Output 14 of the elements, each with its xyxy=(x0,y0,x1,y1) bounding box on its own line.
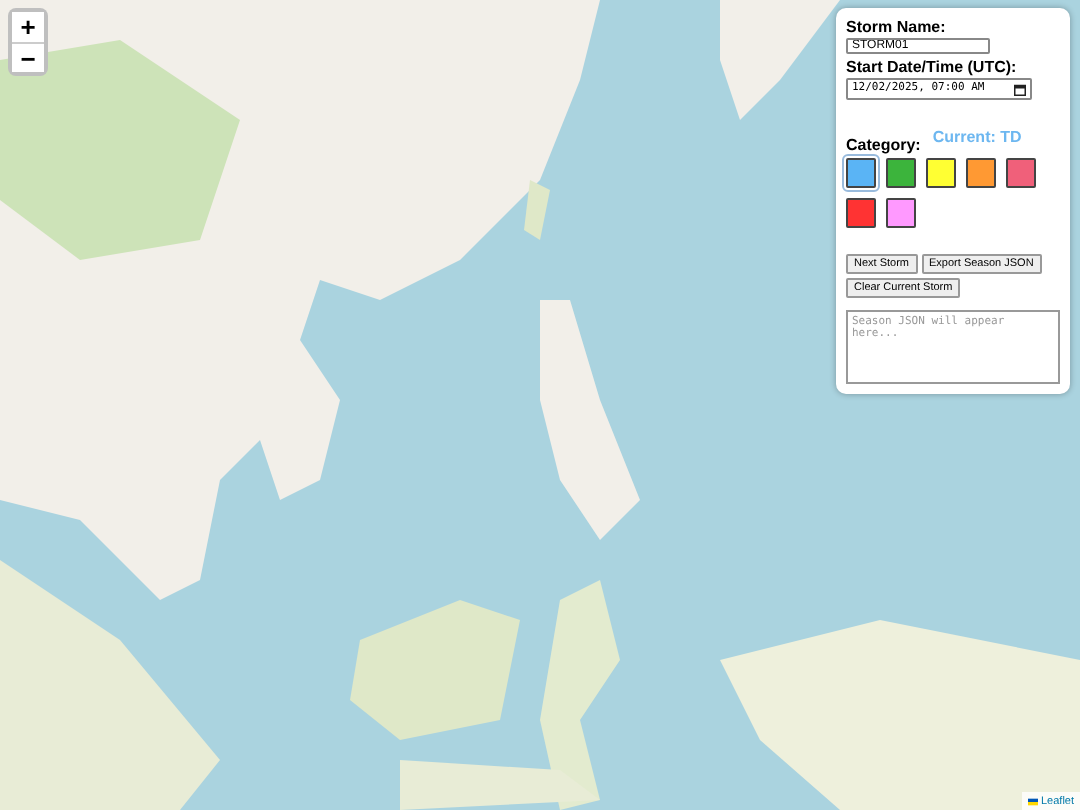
category-swatch[interactable] xyxy=(926,158,956,189)
category-label: Category: xyxy=(846,136,921,155)
category-swatch[interactable] xyxy=(886,158,916,189)
storm-name-label: Storm Name: xyxy=(846,18,948,36)
flag-icon xyxy=(1028,797,1039,805)
zoom-out-button[interactable]: − xyxy=(12,42,44,72)
category-swatch[interactable] xyxy=(966,158,996,189)
start-date-label: Start Date/Time (UTC): xyxy=(846,58,1019,77)
category-swatch[interactable] xyxy=(886,198,916,229)
current-category: Current: TD xyxy=(932,128,1022,147)
category-swatch[interactable] xyxy=(846,198,876,229)
category-swatch[interactable] xyxy=(1006,158,1036,189)
calendar-icon[interactable] xyxy=(1014,83,1026,96)
category-swatch[interactable] xyxy=(846,158,876,189)
